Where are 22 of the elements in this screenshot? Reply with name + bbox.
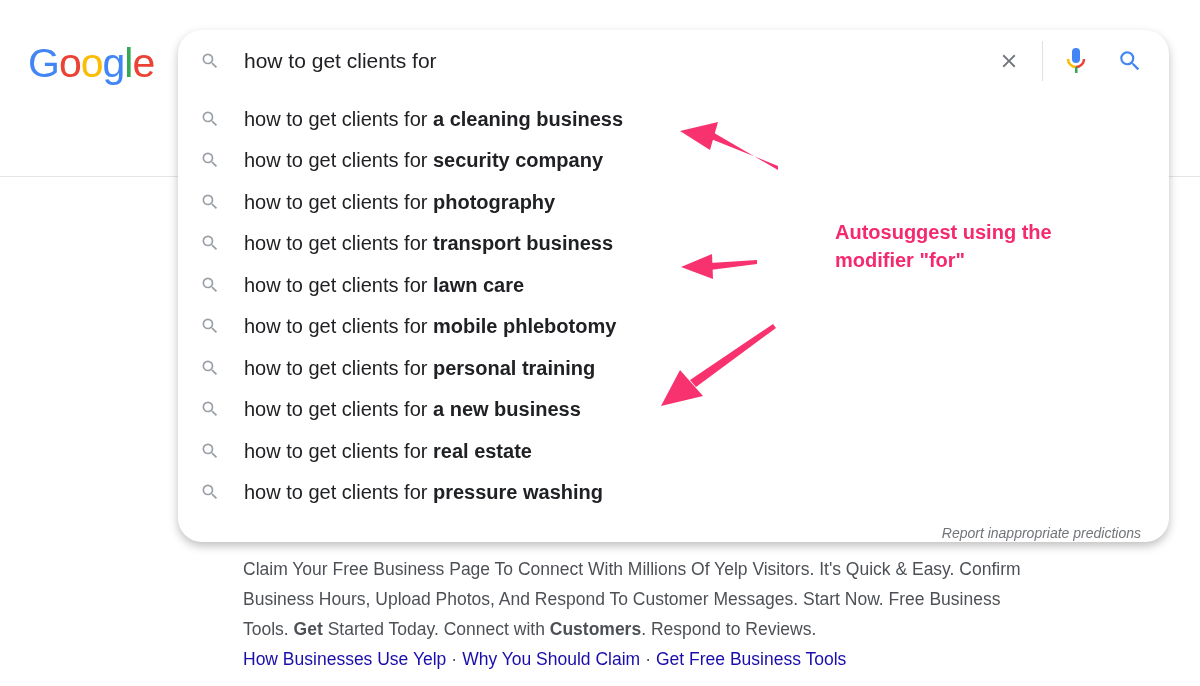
suggestion-item[interactable]: how to get clients for personal training <box>244 352 596 383</box>
microphone-icon[interactable] <box>1065 47 1087 75</box>
link-separator: · <box>645 648 651 671</box>
annotation-text: Autosuggest using the modifier "for" <box>835 220 1053 273</box>
suggestion-item[interactable]: how to get clients for lawn care <box>244 269 525 300</box>
report-link[interactable]: Report inappropriate predictions <box>941 523 1141 544</box>
search-icon <box>200 51 220 71</box>
google-logo[interactable]: Google <box>28 38 155 88</box>
sitelink[interactable]: Get Free Business Tools <box>656 644 847 674</box>
suggestion-item[interactable]: how to get clients for a new business <box>244 394 581 425</box>
suggestion-item[interactable]: how to get clients for transport business <box>244 228 614 259</box>
suggestion-item[interactable]: how to get clients for photography <box>244 186 556 217</box>
suggestion-item[interactable]: how to get clients for a cleaning business <box>244 103 624 134</box>
result-snippet: Claim Your Free Business Page To Connect With Millions Of Yelp Visitors. It's Quick & Easy. Confirm Business Hours, Upload Photos, And Respond To Customer Messages. Start Now. Free Business Tools. Get Started Today. Connect with Customers. Respond to Reviews. <box>243 558 1022 641</box>
link-separator: · <box>451 648 458 671</box>
sitelink[interactable]: How Businesses Use Yelp <box>243 644 447 674</box>
suggestion-item[interactable]: how to get clients for pressure washing <box>244 477 604 508</box>
suggestion-item[interactable]: how to get clients for security company <box>244 145 604 176</box>
search-field[interactable]: how to get clients for <box>244 45 998 77</box>
suggestion-item[interactable]: how to get clients for real estate <box>244 435 532 466</box>
sitelink[interactable]: Why You Should Claim <box>462 644 641 674</box>
suggestion-item[interactable]: how to get clients for mobile phlebotomy <box>244 311 617 342</box>
